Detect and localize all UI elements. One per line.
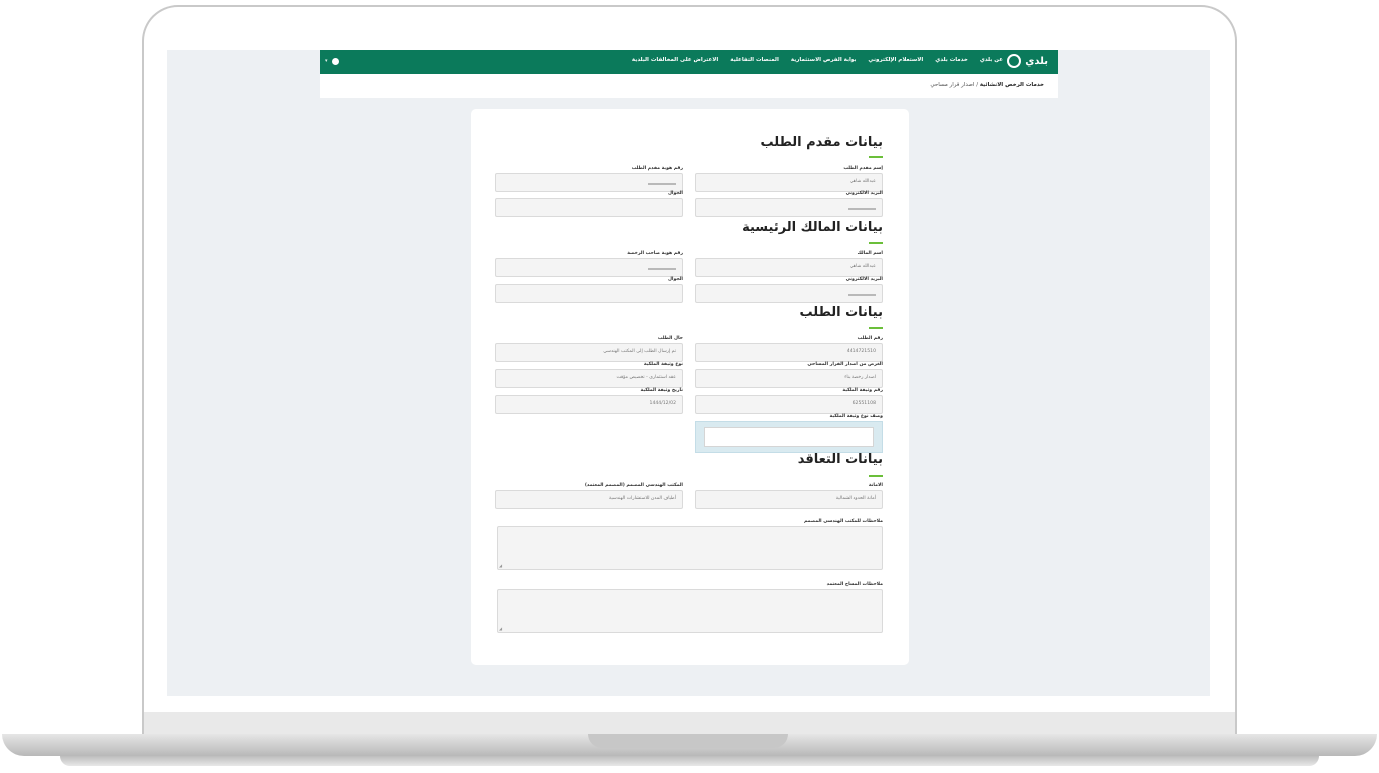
ownership-doc-number-field: رقم وثيقة الملكية 62551108	[695, 388, 883, 414]
breadcrumb-root[interactable]: خدمات الرخص الانشائية	[980, 82, 1044, 88]
section-title-owner: بيانات المالك الرئيسية	[742, 220, 883, 235]
section-accent	[869, 156, 883, 158]
section-title-request: بيانات الطلب	[799, 305, 884, 320]
doc-description-box	[695, 421, 883, 453]
nav-item-about[interactable]: عن بلدي	[980, 57, 1003, 63]
nav-item-platforms[interactable]: المنصات التفاعلية	[730, 57, 779, 63]
request-status-field: حال الطلب تم إرسال الطلب إلى المكتب الهن…	[495, 336, 683, 362]
applicant-id-field: رقم هوية مقدم الطلب	[495, 166, 683, 192]
section-title-contract: بيانات التعاقد	[797, 452, 883, 467]
applicant-mobile-field: الجوال	[495, 191, 683, 217]
applicant-email-field: البريد الالكتروني	[695, 191, 883, 217]
breadcrumb: خدمات الرخص الانشائية / اصدار قرار مساحي	[930, 82, 1044, 88]
surveyor-notes-textarea[interactable]: ◢	[497, 589, 883, 633]
screen: بلدي عن بلدي خدمات بلدي الاستعلام الإلكت…	[167, 50, 1210, 696]
nav-item-objection[interactable]: الاعتراض على المخالفات البلدية	[632, 57, 718, 63]
section-title-applicant: بيانات مقدم الطلب	[760, 135, 883, 150]
chevron-down-icon[interactable]: ▾	[325, 58, 328, 64]
masked-value	[848, 208, 876, 210]
owner-name-field: اسم المالك عبدالله شاهي	[695, 251, 883, 277]
owner-mobile-field: الجوال	[495, 277, 683, 303]
engineering-office-field: المكتب الهندسي المصمم (المصمم المعتمد) أ…	[495, 483, 683, 509]
doc-description-label: وصف نوع وثيقة الملكية	[829, 414, 883, 419]
nav-item-investment[interactable]: بوابة الفرص الاستثمارية	[791, 57, 857, 63]
masked-value	[648, 268, 676, 270]
masked-value	[848, 294, 876, 296]
request-purpose-field: الغرض من اصدار القرار المساحي اصدار رخصة…	[695, 362, 883, 388]
section-accent	[869, 475, 883, 477]
nav-item-inquiry[interactable]: الاستعلام الإلكتروني	[868, 57, 923, 63]
breadcrumb-bar: خدمات الرخص الانشائية / اصدار قرار مساحي	[320, 74, 1058, 98]
top-navbar: بلدي عن بلدي خدمات بلدي الاستعلام الإلكت…	[320, 50, 1058, 74]
nav-item-services[interactable]: خدمات بلدي	[935, 57, 968, 63]
applicant-name-field: إسم مقدم الطلب عبدالله شاهي	[695, 166, 883, 192]
resize-handle-icon[interactable]: ◢	[499, 626, 502, 631]
municipality-field: الامانة أمانة الحدود الشمالية	[695, 483, 883, 509]
request-number-field: رقم الطلب 4414721510	[695, 336, 883, 362]
resize-handle-icon[interactable]: ◢	[499, 563, 502, 568]
surveyor-notes-label: ملاحظات المساح المعتمد	[826, 582, 883, 587]
breadcrumb-separator: /	[976, 82, 979, 88]
user-icon[interactable]	[332, 58, 339, 65]
ownership-doc-date-field: تاريخ وثيقة الملكية 1444/12/02	[495, 388, 683, 414]
laptop-notch	[588, 734, 788, 748]
request-details-card: بيانات مقدم الطلب إسم مقدم الطلب عبدالله…	[471, 109, 909, 665]
designer-notes-textarea[interactable]: ◢	[497, 526, 883, 570]
owner-id-field: رقم هوية صاحب الرخصة	[495, 251, 683, 277]
section-accent	[869, 327, 883, 329]
logo-icon	[1007, 54, 1022, 68]
ownership-doc-type-field: نوع وثيقة الملكية عقد استثماري - تخصيص م…	[495, 362, 683, 388]
nav-menu: عن بلدي خدمات بلدي الاستعلام الإلكتروني …	[632, 57, 1003, 63]
doc-description-input[interactable]	[704, 427, 874, 447]
section-accent	[869, 242, 883, 244]
laptop-chin	[144, 712, 1235, 734]
balady-logo[interactable]: بلدي	[1007, 54, 1048, 68]
breadcrumb-current: اصدار قرار مساحي	[930, 82, 975, 88]
masked-value	[648, 183, 676, 185]
designer-notes-label: ملاحظات للمكتب الهندسي المصمم	[804, 519, 883, 524]
laptop-shadow	[60, 756, 1319, 766]
owner-email-field: البريد الالكتروني	[695, 277, 883, 303]
